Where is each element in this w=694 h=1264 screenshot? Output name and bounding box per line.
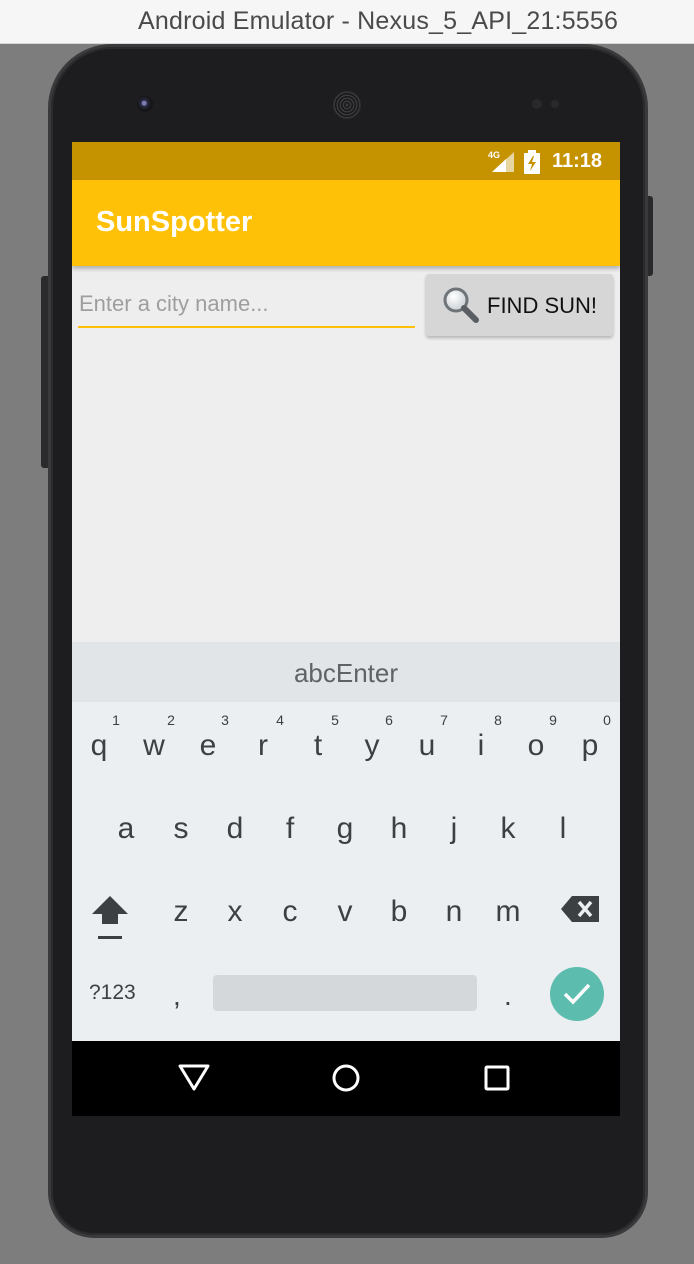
key-m[interactable]: m (488, 895, 528, 929)
device-screen: 4G 11:18 SunSpotter FIND SUN! (72, 142, 620, 1116)
key-hint: 7 (440, 712, 448, 728)
key-u[interactable]: u (407, 729, 447, 763)
key-v[interactable]: v (325, 895, 365, 929)
key-e[interactable]: e (188, 729, 228, 763)
key-hint: 8 (494, 712, 502, 728)
key-z[interactable]: z (161, 895, 201, 929)
key-r[interactable]: r (243, 729, 283, 763)
emulator-titlebar: Android Emulator - Nexus_5_API_21:5556 (0, 0, 694, 44)
key-hint: 0 (603, 712, 611, 728)
enter-key[interactable] (550, 967, 604, 1021)
check-icon (563, 983, 591, 1005)
key-n[interactable]: n (434, 895, 474, 929)
key-f[interactable]: f (270, 812, 310, 846)
key-x[interactable]: x (215, 895, 255, 929)
key-q[interactable]: q (79, 729, 119, 763)
key-l[interactable]: l (543, 812, 583, 846)
key-a[interactable]: a (106, 812, 146, 846)
signal-icon (492, 152, 514, 172)
front-camera-icon (137, 96, 153, 112)
light-sensor-icon (551, 100, 559, 108)
comma-key[interactable]: , (173, 980, 181, 1012)
key-hint: 5 (331, 712, 339, 728)
find-sun-label: FIND SUN! (487, 293, 597, 318)
status-bar: 4G 11:18 (72, 142, 620, 180)
recent-apps-square-icon[interactable] (484, 1065, 510, 1091)
key-hint: 4 (276, 712, 284, 728)
key-t[interactable]: t (298, 729, 338, 763)
key-b[interactable]: b (379, 895, 419, 929)
key-o[interactable]: o (516, 729, 556, 763)
backspace-icon[interactable] (560, 895, 600, 923)
window-title: Android Emulator - Nexus_5_API_21:5556 (138, 7, 619, 35)
search-icon (443, 287, 479, 323)
key-h[interactable]: h (379, 812, 419, 846)
space-key[interactable] (213, 975, 477, 1011)
key-hint: 2 (167, 712, 175, 728)
suggestion-text[interactable]: abcEnter (72, 658, 620, 689)
find-sun-button[interactable]: FIND SUN! (426, 274, 613, 336)
key-p[interactable]: p (570, 729, 610, 763)
key-hint: 3 (221, 712, 229, 728)
app-bar: SunSpotter (72, 180, 620, 266)
key-g[interactable]: g (325, 812, 365, 846)
key-j[interactable]: j (434, 812, 474, 846)
shift-icon[interactable] (90, 894, 130, 940)
app-title: SunSpotter (96, 206, 253, 238)
proximity-sensor-icon (532, 99, 542, 109)
key-hint: 6 (385, 712, 393, 728)
suggestion-strip[interactable]: abcEnter (72, 642, 620, 702)
key-y[interactable]: y (352, 729, 392, 763)
back-triangle-icon[interactable] (178, 1063, 210, 1093)
symbols-key[interactable]: ?123 (89, 981, 136, 1005)
city-search-input[interactable] (78, 288, 415, 328)
key-s[interactable]: s (161, 812, 201, 846)
home-circle-icon[interactable] (331, 1063, 361, 1093)
key-w[interactable]: w (134, 729, 174, 763)
soft-keyboard: abcEnter 1 q 2 w 3 e 4 r 5 t 6 y 7 u 8 i… (72, 642, 620, 1041)
key-hint: 1 (112, 712, 120, 728)
key-i[interactable]: i (461, 729, 501, 763)
status-time: 11:18 (552, 150, 603, 172)
battery-charging-icon (524, 150, 540, 174)
key-k[interactable]: k (488, 812, 528, 846)
earpiece-speaker-icon (333, 91, 361, 119)
key-d[interactable]: d (215, 812, 255, 846)
period-key[interactable]: . (504, 980, 512, 1012)
key-hint: 9 (549, 712, 557, 728)
key-c[interactable]: c (270, 895, 310, 929)
navigation-bar (72, 1041, 620, 1116)
